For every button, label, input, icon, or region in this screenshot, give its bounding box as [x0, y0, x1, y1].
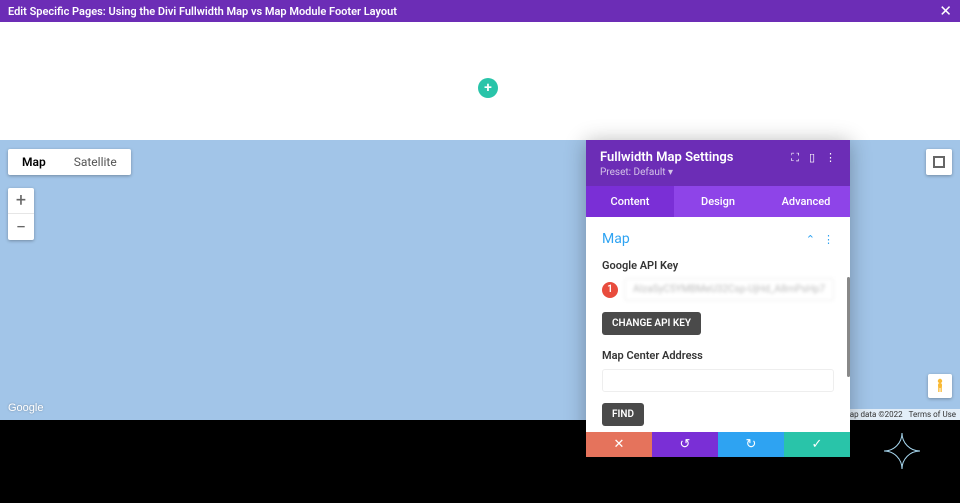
fullscreen-icon — [933, 156, 945, 168]
map-type-map[interactable]: Map — [8, 149, 60, 175]
preset-selector[interactable]: Preset: Default ▾ — [600, 167, 836, 178]
api-key-label: Google API Key — [602, 259, 834, 272]
map-data-text: Map data ©2022 — [843, 410, 903, 419]
tab-content[interactable]: Content — [586, 186, 674, 217]
center-address-label: Map Center Address — [602, 349, 834, 362]
map-type-control: Map Satellite — [8, 149, 131, 175]
section-menu-icon[interactable]: ⋮ — [823, 233, 834, 246]
modal-body: Map ⌃ ⋮ Google API Key 1 CHANGE API KEY … — [586, 217, 850, 432]
redo-button[interactable]: ↻ — [718, 432, 784, 457]
settings-modal: Fullwidth Map Settings ⛶ ▯ ⋮ Preset: Def… — [586, 140, 850, 457]
expand-icon[interactable]: ⛶ — [791, 151, 799, 165]
section-title: Map — [602, 231, 630, 247]
tab-design[interactable]: Design — [674, 186, 762, 217]
callout-badge: 1 — [602, 282, 618, 298]
api-key-input[interactable] — [624, 278, 834, 301]
map-type-satellite[interactable]: Satellite — [60, 149, 131, 175]
page-title: Edit Specific Pages: Using the Divi Full… — [8, 5, 397, 18]
sparkle-icon — [882, 431, 922, 475]
center-address-input[interactable] — [602, 369, 834, 392]
modal-tabs: Content Design Advanced — [586, 186, 850, 217]
pegman-button[interactable] — [928, 374, 952, 398]
scrollbar[interactable] — [847, 277, 850, 377]
modal-header-icons: ⛶ ▯ ⋮ — [791, 151, 836, 165]
fullscreen-button[interactable] — [926, 149, 952, 175]
modal-title: Fullwidth Map Settings — [600, 150, 733, 165]
zoom-in-button[interactable]: + — [8, 188, 34, 214]
save-button[interactable]: ✓ — [784, 432, 850, 457]
modal-header[interactable]: Fullwidth Map Settings ⛶ ▯ ⋮ Preset: Def… — [586, 140, 850, 186]
collapse-icon[interactable]: ⌃ — [806, 233, 815, 246]
modal-actions: ✕ ↺ ↻ ✓ — [586, 432, 850, 457]
terms-link[interactable]: Terms of Use — [909, 410, 956, 419]
zoom-out-button[interactable]: − — [8, 214, 34, 240]
canvas-area: + — [0, 22, 960, 140]
google-logo: Google — [8, 402, 43, 414]
change-api-key-button[interactable]: CHANGE API KEY — [602, 312, 701, 335]
zoom-control: + − — [8, 188, 34, 240]
close-icon[interactable]: ✕ — [939, 2, 952, 20]
cancel-button[interactable]: ✕ — [586, 432, 652, 457]
add-section-button[interactable]: + — [478, 78, 498, 98]
find-button[interactable]: FIND — [602, 403, 644, 426]
section-header[interactable]: Map ⌃ ⋮ — [602, 231, 834, 247]
tab-advanced[interactable]: Advanced — [762, 186, 850, 217]
page-title-bar: Edit Specific Pages: Using the Divi Full… — [0, 0, 960, 22]
menu-icon[interactable]: ⋮ — [825, 151, 836, 165]
undo-button[interactable]: ↺ — [652, 432, 718, 457]
responsive-icon[interactable]: ▯ — [809, 151, 815, 165]
